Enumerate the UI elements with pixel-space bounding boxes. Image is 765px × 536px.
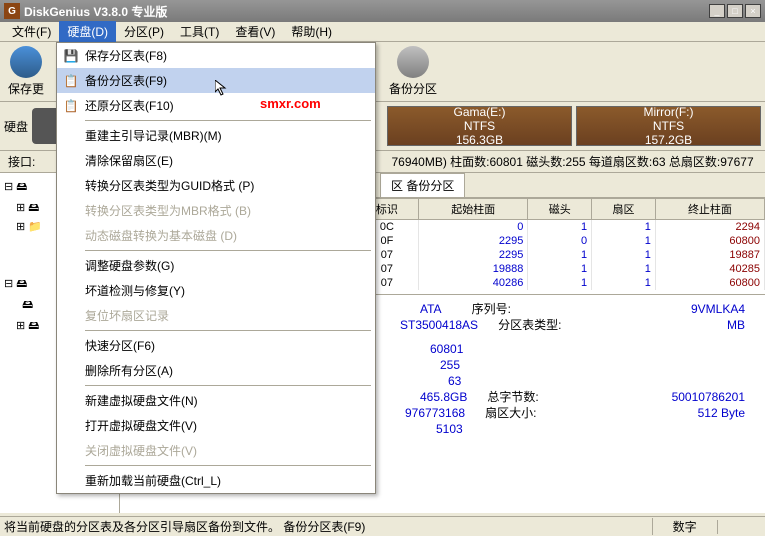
toolbar-save[interactable]: 保存更	[4, 42, 48, 101]
app-icon: G	[4, 3, 20, 19]
backup-icon: 📋	[63, 73, 79, 89]
menu-save-partition-table[interactable]: 💾保存分区表(F8)	[57, 43, 375, 68]
menu-partition[interactable]: 分区(P)	[116, 21, 172, 42]
menu-bad-track[interactable]: 坏道检测与修复(Y)	[57, 278, 375, 303]
menu-quick-partition[interactable]: 快速分区(F6)	[57, 333, 375, 358]
menu-tools[interactable]: 工具(T)	[172, 21, 227, 42]
close-button[interactable]: ×	[745, 4, 761, 18]
menu-clear-reserved[interactable]: 清除保留扇区(E)	[57, 148, 375, 173]
disk-label: 硬盘	[4, 118, 28, 135]
menu-delete-all-partitions[interactable]: 删除所有分区(A)	[57, 358, 375, 383]
menu-disk[interactable]: 硬盘(D)	[59, 21, 116, 42]
toolbar-restore[interactable]: 备份分区	[385, 42, 441, 101]
save-icon: 💾	[63, 48, 79, 64]
menu-close-vhd: 关闭虚拟硬盘文件(V)	[57, 438, 375, 463]
status-message: 将当前硬盘的分区表及各分区引导扇区备份到文件。 备份分区表(F9)	[4, 518, 652, 535]
title-bar: G DiskGenius V3.8.0 专业版 _ □ ×	[0, 0, 765, 22]
partition-block-mirror[interactable]: Mirror(F:) NTFS 157.2GB	[576, 106, 761, 146]
restore-icon: 📋	[63, 98, 79, 114]
col-start-cyl[interactable]: 起始柱面	[419, 199, 528, 220]
menu-adjust-params[interactable]: 调整硬盘参数(G)	[57, 253, 375, 278]
maximize-button[interactable]: □	[727, 4, 743, 18]
minimize-button[interactable]: _	[709, 4, 725, 18]
col-end-cyl[interactable]: 终止柱面	[655, 199, 764, 220]
menu-file[interactable]: 文件(F)	[4, 21, 59, 42]
menu-new-vhd[interactable]: 新建虚拟硬盘文件(N)	[57, 388, 375, 413]
menu-backup-partition-table[interactable]: 📋备份分区表(F9)	[57, 68, 375, 93]
menu-convert-mbr: 转换分区表类型为MBR格式 (B)	[57, 198, 375, 223]
menu-restore-partition-table[interactable]: 📋还原分区表(F10)	[57, 93, 375, 118]
col-sector[interactable]: 扇区	[592, 199, 656, 220]
disk-dropdown-menu: 💾保存分区表(F8) 📋备份分区表(F9) 📋还原分区表(F10) 重建主引导记…	[56, 42, 376, 494]
window-title: DiskGenius V3.8.0 专业版	[24, 3, 709, 20]
menu-view[interactable]: 查看(V)	[227, 21, 283, 42]
menu-rebuild-mbr[interactable]: 重建主引导记录(MBR)(M)	[57, 123, 375, 148]
menu-dynamic-to-basic: 动态磁盘转换为基本磁盘 (D)	[57, 223, 375, 248]
menu-bar: 文件(F) 硬盘(D) 分区(P) 工具(T) 查看(V) 帮助(H)	[0, 22, 765, 42]
menu-open-vhd[interactable]: 打开虚拟硬盘文件(V)	[57, 413, 375, 438]
menu-convert-guid[interactable]: 转换分区表类型为GUID格式 (P)	[57, 173, 375, 198]
status-bar: 将当前硬盘的分区表及各分区引导扇区备份到文件。 备份分区表(F9) 数字	[0, 516, 765, 536]
menu-reload-disk[interactable]: 重新加载当前硬盘(Ctrl_L)	[57, 468, 375, 493]
status-numlock: 数字	[652, 518, 717, 535]
col-head[interactable]: 磁头	[528, 199, 592, 220]
tab-backup-partition[interactable]: 区 备份分区	[380, 173, 465, 197]
partition-block-gama[interactable]: Gama(E:) NTFS 156.3GB	[387, 106, 572, 146]
menu-reset-bad-sectors: 复位坏扇区记录	[57, 303, 375, 328]
menu-help[interactable]: 帮助(H)	[283, 21, 340, 42]
watermark: smxr.com	[260, 96, 321, 111]
